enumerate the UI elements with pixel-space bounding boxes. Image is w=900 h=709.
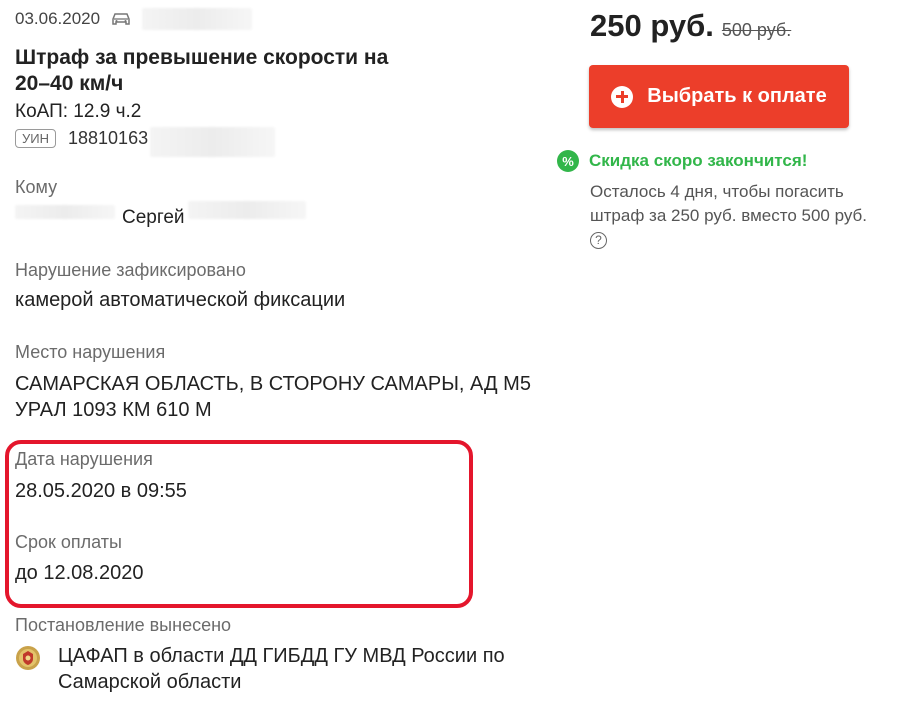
question-icon[interactable]: ? — [590, 232, 607, 250]
payment-deadline-label: Срок оплаты — [15, 532, 122, 552]
car-icon — [110, 11, 132, 27]
uin-value: 18810163 — [68, 128, 149, 148]
koap-article: КоАП: 12.9 ч.2 — [15, 101, 142, 122]
discount-description: Осталось 4 дня, чтобы погасить штраф за … — [590, 182, 867, 225]
recipient-surname-redacted — [15, 205, 115, 219]
current-price: 250 руб. — [590, 8, 714, 43]
violation-date-label: Дата нарушения — [15, 449, 153, 469]
discount-header: % Скидка скоро закончится! — [557, 150, 807, 172]
issued-by-label: Постановление вынесено — [15, 615, 232, 635]
old-price: 500 руб. — [721, 20, 792, 40]
recorded-label: Нарушение зафиксировано — [15, 260, 246, 280]
select-to-pay-label: Выбрать к оплате — [647, 85, 827, 107]
uin-row: УИН 18810163 — [15, 128, 148, 149]
violation-date-value: 28.05.2020 в 09:55 — [15, 480, 187, 502]
recipient-label: Кому — [15, 177, 58, 197]
issued-by-value: ЦАФАП в области ДД ГИБДД ГУ МВД России п… — [58, 645, 505, 693]
fine-date-row: 03.06.2020 — [15, 8, 253, 30]
percent-icon: % — [557, 150, 579, 172]
fine-date: 03.06.2020 — [15, 9, 101, 28]
select-to-pay-button[interactable]: Выбрать к оплате — [589, 65, 849, 128]
plus-circle-icon — [611, 85, 634, 108]
place-label: Место нарушения — [15, 342, 166, 362]
uin-redacted — [150, 127, 275, 157]
recipient-name: Сергей — [122, 207, 185, 228]
discount-description-block: Осталось 4 дня, чтобы погасить штраф за … — [590, 180, 880, 252]
recipient-patronymic-redacted — [188, 201, 306, 219]
uin-badge: УИН — [15, 129, 56, 148]
fine-title: Штраф за превышение скорости на 20–40 км… — [15, 46, 389, 95]
payment-deadline-value: до 12.08.2020 — [15, 562, 144, 584]
place-value: САМАРСКАЯ ОБЛАСТЬ, В СТОРОНУ САМАРЫ, АД … — [15, 373, 531, 421]
recorded-value: камерой автоматической фиксации — [15, 289, 346, 311]
car-plate-redacted — [142, 8, 253, 30]
police-emblem-icon — [14, 644, 42, 672]
price-row: 250 руб. 500 руб. — [590, 8, 791, 44]
discount-title: Скидка скоро закончится! — [589, 151, 808, 170]
